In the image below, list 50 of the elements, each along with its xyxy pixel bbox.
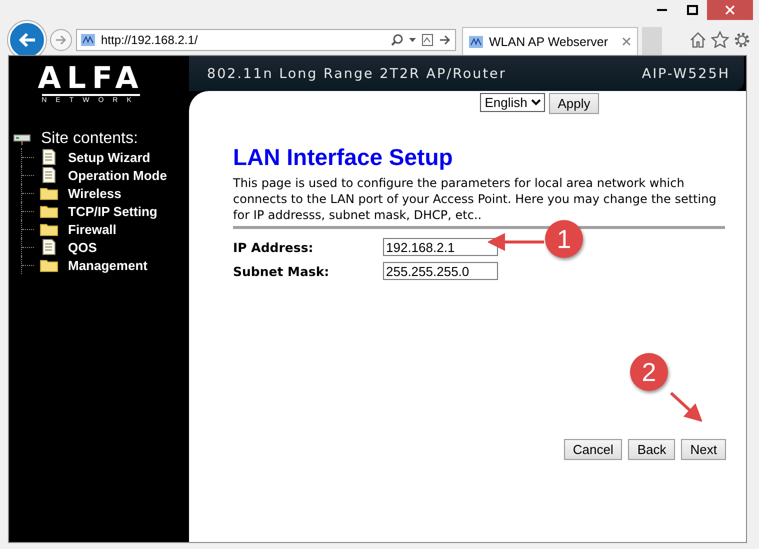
field-label: Subnet Mask: <box>233 264 330 278</box>
folder-icon <box>40 204 58 218</box>
folder-icon <box>40 222 58 236</box>
sidebar-item[interactable]: Firewall <box>68 222 116 236</box>
back-arrow-icon <box>18 32 36 48</box>
sidebar-item[interactable]: TCP/IP Setting <box>68 204 158 218</box>
page-compat-icon[interactable] <box>422 34 433 46</box>
close-icon <box>725 5 735 15</box>
folder-icon <box>40 258 58 272</box>
tree-root-label: Site contents: <box>41 130 138 148</box>
logo-wordmark: ALFA <box>38 64 144 94</box>
site-icon <box>469 36 483 48</box>
sidebar-item[interactable]: Wireless <box>68 186 122 200</box>
server-icon <box>13 133 31 145</box>
description-text: This page is used to configure the parameters for local area network which connects to the LAN port of your Access Point. Here you may change the setting for IP addresss, subnet mask, DHCP, etc.. <box>233 175 718 223</box>
home-icon[interactable] <box>689 30 707 48</box>
close-button[interactable] <box>707 0 753 20</box>
maximize-icon <box>686 5 698 15</box>
site-icon <box>81 34 95 46</box>
address-bar[interactable]: http://192.168.2.1/ <box>76 28 456 50</box>
browser-tab[interactable]: WLAN AP Webserver <box>462 27 638 55</box>
sidebar-item[interactable]: Operation Mode <box>68 168 167 182</box>
sidebar-item[interactable]: QOS <box>68 240 97 254</box>
arrow-right-icon[interactable] <box>439 34 451 44</box>
close-icon[interactable] <box>622 37 631 46</box>
action-button[interactable]: Back <box>628 439 676 460</box>
sidebar-item[interactable]: Setup Wizard <box>68 150 150 164</box>
banner-tagline: 802.11n Long Range 2T2R AP/Router <box>207 66 506 82</box>
forward-arrow-icon <box>55 34 67 44</box>
apply-button[interactable]: Apply <box>548 93 600 114</box>
field-label: IP Address: <box>233 240 314 254</box>
document-icon <box>42 149 56 165</box>
input-field[interactable]: 192.168.2.1 <box>383 238 498 256</box>
settings-icon[interactable] <box>733 30 751 48</box>
star-icon[interactable] <box>711 30 729 48</box>
language-select[interactable]: English <box>480 93 545 112</box>
caret-icon[interactable] <box>409 38 416 42</box>
search-icon[interactable] <box>391 34 403 46</box>
model-name: AIP-W525H <box>642 66 730 82</box>
input-field[interactable]: 255.255.255.0 <box>383 262 498 280</box>
forward-button[interactable] <box>50 28 72 50</box>
page-title: LAN Interface Setup <box>233 144 454 171</box>
callout-arrow <box>668 390 702 422</box>
folder-icon <box>40 186 58 200</box>
document-icon <box>42 167 56 183</box>
document-icon <box>42 239 56 255</box>
minimize-icon <box>657 9 667 11</box>
sidebar-item[interactable]: Management <box>68 258 148 272</box>
action-button[interactable]: Next <box>681 439 726 460</box>
action-button[interactable]: Cancel <box>564 439 622 460</box>
